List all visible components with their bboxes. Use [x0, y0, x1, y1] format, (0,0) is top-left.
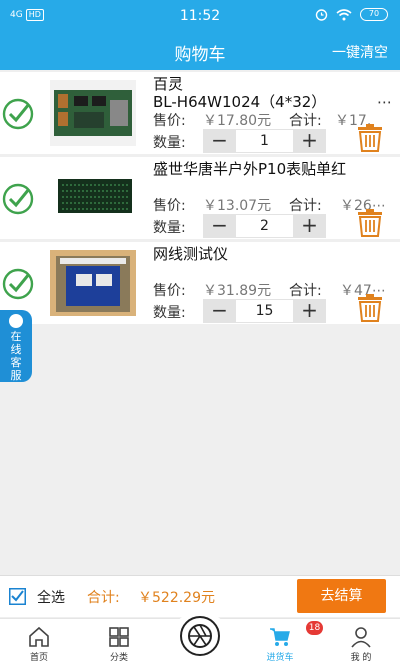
trash-icon[interactable]: [357, 294, 383, 322]
item-name[interactable]: 盛世华唐半户外P10表贴单红: [153, 160, 390, 178]
select-all-checkbox[interactable]: [9, 588, 26, 605]
decrease-button[interactable]: −: [203, 214, 236, 238]
tab-cart-label: 进货车: [266, 653, 294, 663]
alarm-icon: [315, 9, 328, 21]
quantity-stepper: − 2 +: [203, 214, 326, 238]
category-icon: [109, 627, 129, 647]
cart-item: 网线测试仪 售价: ￥31.89元 合计: ￥47⋯ 数量: − 15 +: [0, 242, 400, 324]
camera-button[interactable]: [170, 611, 230, 661]
product-image-controller-board[interactable]: [50, 80, 136, 146]
increase-button[interactable]: +: [293, 129, 326, 153]
item-check-icon[interactable]: [2, 98, 34, 130]
quantity-stepper: − 15 +: [203, 299, 326, 323]
service-icon: [9, 314, 23, 328]
price-label: 售价:: [153, 198, 186, 214]
increase-button[interactable]: +: [293, 299, 326, 323]
item-check-icon[interactable]: [2, 183, 34, 215]
clear-cart-button[interactable]: 一键清空: [332, 42, 388, 62]
cart-icon: [270, 628, 290, 646]
subtotal-label: 合计:: [289, 198, 322, 214]
price-label: 售价:: [153, 283, 186, 299]
item-name[interactable]: 网线测试仪: [153, 245, 390, 263]
service-label: 在线客服: [10, 330, 22, 382]
item-price: ￥17.80元: [203, 113, 272, 129]
quantity-label: 数量:: [153, 220, 186, 236]
user-icon: [351, 627, 371, 648]
item-price: ￥13.07元: [203, 198, 272, 214]
tab-cart[interactable]: 进货车: [250, 619, 310, 666]
total-amount: ￥522.29元: [138, 590, 215, 606]
product-image-led-panel[interactable]: [50, 165, 136, 231]
cart-item: 盛世华唐半户外P10表贴单红 售价: ￥13.07元 合计: ￥26⋯ 数量: …: [0, 157, 400, 239]
tab-home[interactable]: 首页: [9, 619, 69, 666]
quantity-field[interactable]: 1: [236, 129, 293, 153]
quantity-stepper: − 1 +: [203, 129, 326, 153]
quantity-label: 数量:: [153, 135, 186, 151]
price-label: 售价:: [153, 113, 186, 129]
home-icon: [29, 626, 49, 647]
item-check-icon[interactable]: [2, 268, 34, 300]
cart-item: 百灵 BL-H64W1024（4*32） ⋯ 售价: ￥17.80元 合计: ￥…: [0, 72, 400, 154]
app-header: 购物车 一键清空: [0, 34, 400, 70]
tab-profile-label: 我 的: [350, 653, 372, 663]
status-bar: 4G HD 11:52 70: [0, 0, 400, 34]
decrease-button[interactable]: −: [203, 129, 236, 153]
camera-icon: [180, 616, 220, 656]
select-all-label[interactable]: 全选: [37, 587, 65, 607]
wifi-icon: [336, 8, 352, 20]
subtotal-label: 合计:: [289, 283, 322, 299]
item-price: ￥31.89元: [203, 283, 272, 299]
trash-icon[interactable]: [357, 209, 383, 237]
trash-icon[interactable]: [357, 124, 383, 152]
cart-badge: 18: [306, 621, 323, 635]
tab-category-label: 分类: [109, 653, 128, 663]
quantity-field[interactable]: 2: [236, 214, 293, 238]
checkout-button[interactable]: 去结算: [297, 579, 386, 613]
tab-category[interactable]: 分类: [89, 619, 149, 666]
subtotal-label: 合计:: [289, 113, 322, 129]
decrease-button[interactable]: −: [203, 299, 236, 323]
item-name[interactable]: 百灵 BL-H64W1024（4*32）: [153, 75, 390, 111]
product-image-cable-tester[interactable]: [50, 250, 136, 316]
quantity-field[interactable]: 15: [236, 299, 293, 323]
tab-home-label: 首页: [29, 653, 48, 663]
battery-indicator: 70: [360, 8, 388, 21]
item-more: ⋯: [377, 93, 392, 111]
increase-button[interactable]: +: [293, 214, 326, 238]
tab-profile[interactable]: 我 的: [331, 619, 391, 666]
quantity-label: 数量:: [153, 305, 186, 321]
total-label: 合计:: [87, 590, 120, 606]
customer-service-button[interactable]: 在线客服: [0, 310, 32, 382]
